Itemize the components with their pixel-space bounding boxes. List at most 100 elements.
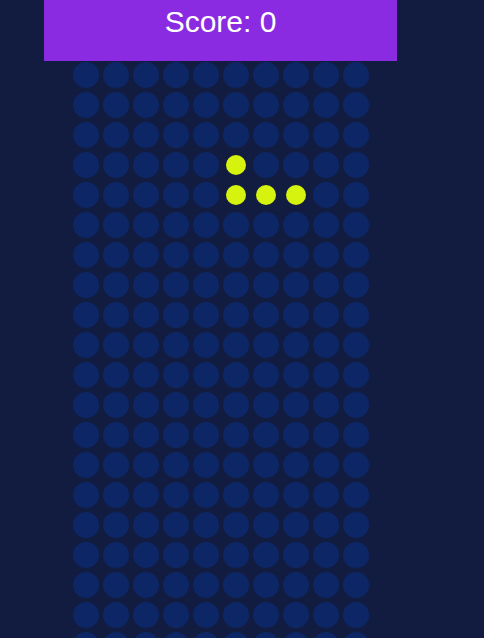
- board-cell: [313, 362, 339, 388]
- snake-segment: [223, 152, 249, 178]
- board-cell: [73, 122, 99, 148]
- board-cell: [223, 362, 249, 388]
- board-cell: [223, 512, 249, 538]
- board-cell: [73, 212, 99, 238]
- board-cell: [193, 152, 219, 178]
- board-cell: [253, 392, 279, 418]
- board-cell: [313, 632, 339, 638]
- board-cell: [133, 92, 159, 118]
- board-cell: [223, 572, 249, 598]
- board-cell: [343, 242, 369, 268]
- board-cell: [253, 542, 279, 568]
- board-cell: [103, 152, 129, 178]
- game-board[interactable]: [73, 62, 484, 638]
- board-cell: [193, 482, 219, 508]
- board-cell: [103, 272, 129, 298]
- board-cell: [133, 302, 159, 328]
- board-cell: [103, 482, 129, 508]
- board-cell: [343, 212, 369, 238]
- board-cell: [313, 542, 339, 568]
- board-cell: [283, 92, 309, 118]
- board-cell: [343, 632, 369, 638]
- board-cell: [193, 572, 219, 598]
- board-cell: [163, 122, 189, 148]
- board-cell: [253, 62, 279, 88]
- board-cell: [73, 152, 99, 178]
- board-cell: [163, 452, 189, 478]
- board-cell: [133, 182, 159, 208]
- board-cell: [253, 572, 279, 598]
- board-cell: [133, 242, 159, 268]
- board-cell: [133, 272, 159, 298]
- board-cell: [283, 332, 309, 358]
- board-cell: [103, 122, 129, 148]
- board-cell: [133, 122, 159, 148]
- board-cell: [103, 512, 129, 538]
- board-cell: [163, 572, 189, 598]
- board-cell: [133, 602, 159, 628]
- board-cell: [253, 632, 279, 638]
- snake-dot: [286, 185, 306, 205]
- board-cell: [313, 92, 339, 118]
- board-cell: [163, 152, 189, 178]
- board-cell: [103, 422, 129, 448]
- board-cell: [193, 182, 219, 208]
- board-cell: [313, 422, 339, 448]
- board-cell: [343, 92, 369, 118]
- board-cell: [253, 242, 279, 268]
- board-cell: [193, 122, 219, 148]
- board-cell: [163, 242, 189, 268]
- board-cell: [223, 542, 249, 568]
- board-cell: [253, 362, 279, 388]
- board-cell: [193, 422, 219, 448]
- board-cell: [313, 452, 339, 478]
- board-cell: [343, 422, 369, 448]
- board-cell: [103, 212, 129, 238]
- board-cell: [163, 332, 189, 358]
- board-cell: [193, 362, 219, 388]
- board-cell: [313, 512, 339, 538]
- board-cell: [193, 272, 219, 298]
- board-cell: [343, 122, 369, 148]
- board-cell: [163, 62, 189, 88]
- board-cell: [283, 272, 309, 298]
- board-cell: [223, 392, 249, 418]
- board-cell: [193, 512, 219, 538]
- board-cell: [193, 62, 219, 88]
- board-cell: [223, 482, 249, 508]
- board-cell: [253, 512, 279, 538]
- board-cell: [253, 272, 279, 298]
- board-cell: [163, 542, 189, 568]
- board-cell: [73, 242, 99, 268]
- score-banner: Score: 0: [44, 0, 397, 61]
- board-cell: [73, 332, 99, 358]
- board-cell: [223, 422, 249, 448]
- board-cell: [73, 542, 99, 568]
- board-cell: [253, 332, 279, 358]
- board-cell: [133, 62, 159, 88]
- board-cell: [73, 452, 99, 478]
- board-cell: [283, 452, 309, 478]
- board-cell: [133, 362, 159, 388]
- board-cell: [193, 332, 219, 358]
- board-cell: [73, 92, 99, 118]
- board-cell: [133, 422, 159, 448]
- board-cell: [73, 512, 99, 538]
- board-cell: [343, 302, 369, 328]
- board-cell: [223, 212, 249, 238]
- score-text: Score: 0: [165, 5, 277, 39]
- board-cell: [223, 452, 249, 478]
- board-cell: [163, 512, 189, 538]
- board-cell: [73, 482, 99, 508]
- board-cell: [163, 422, 189, 448]
- board-cell: [103, 302, 129, 328]
- board-cell: [283, 602, 309, 628]
- board-cell: [283, 212, 309, 238]
- board-cell: [133, 212, 159, 238]
- board-cell: [193, 92, 219, 118]
- board-cell: [253, 212, 279, 238]
- board-cell: [283, 482, 309, 508]
- board-cell: [163, 392, 189, 418]
- board-cell: [343, 572, 369, 598]
- board-cell: [133, 452, 159, 478]
